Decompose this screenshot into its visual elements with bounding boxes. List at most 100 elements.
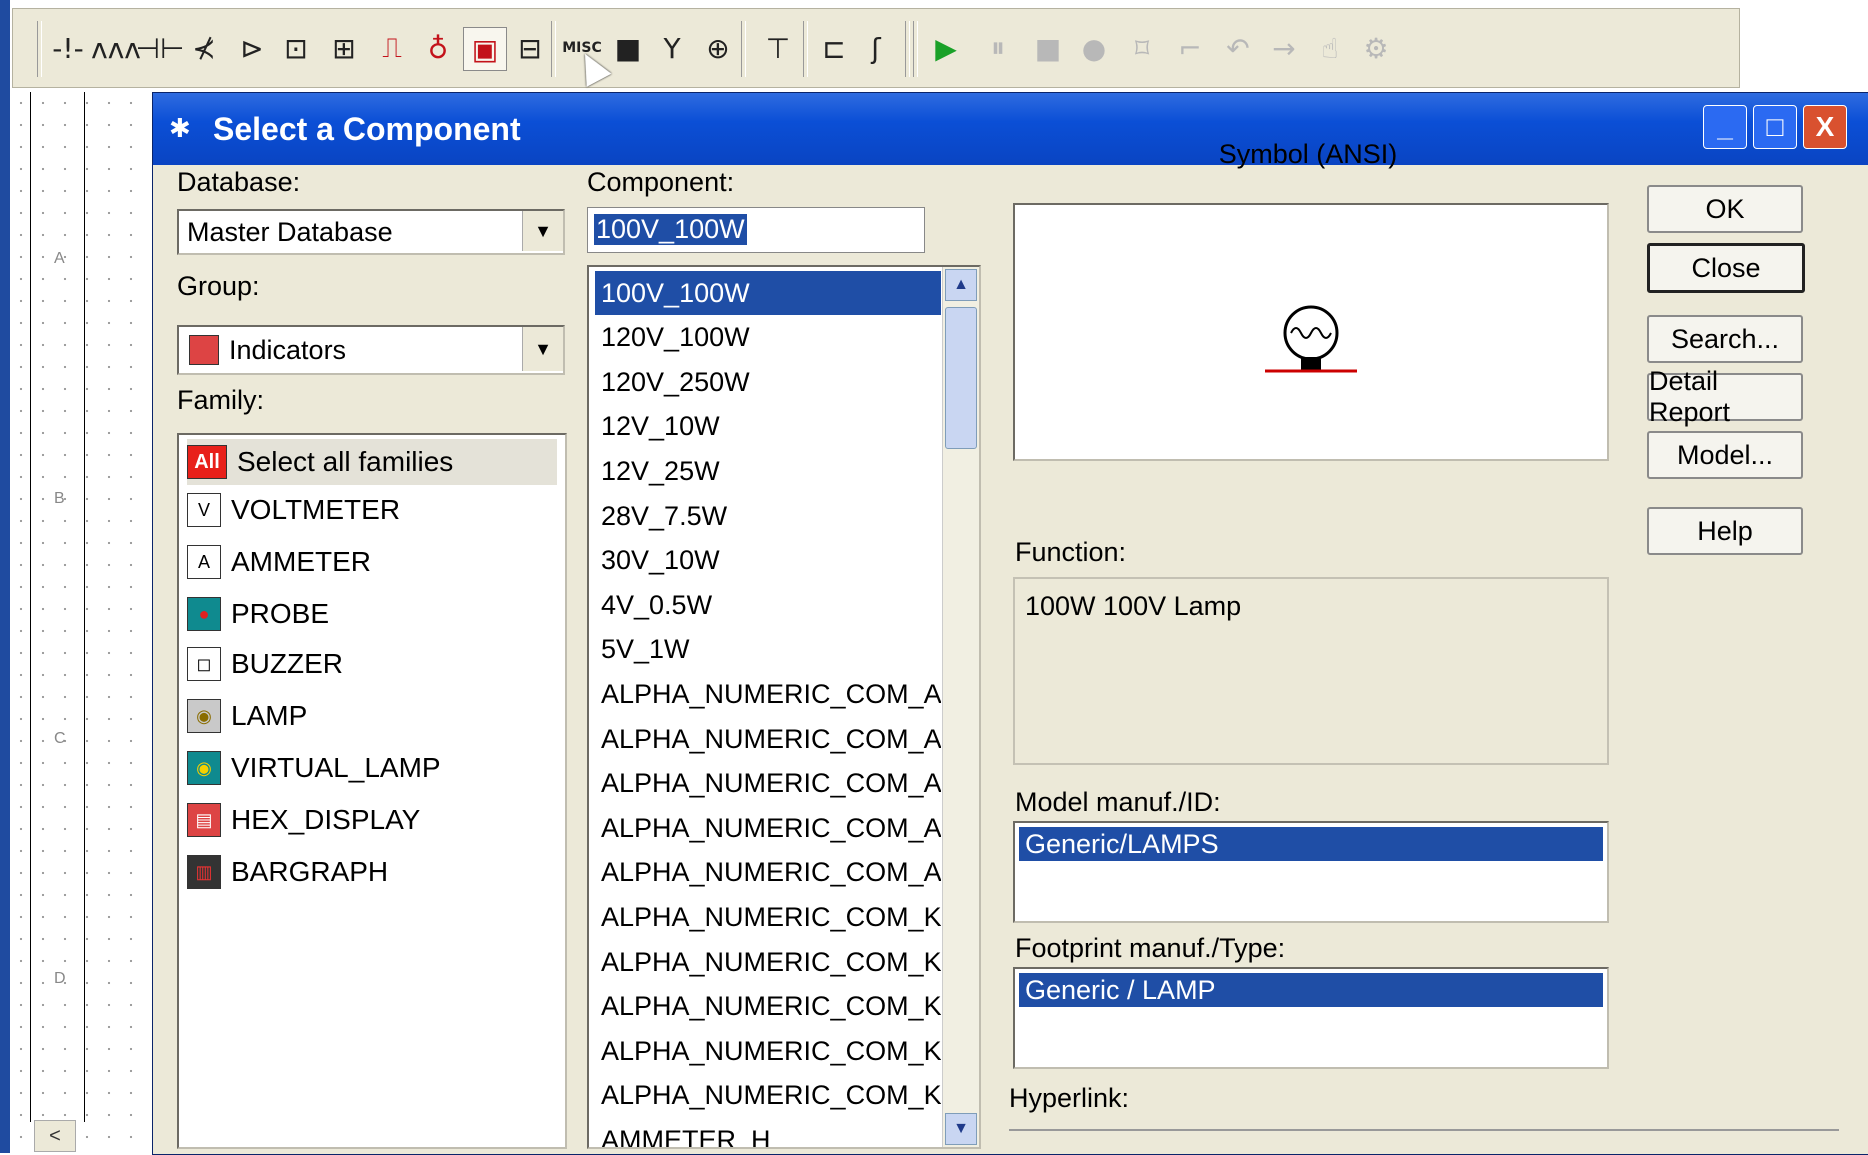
component-list-item[interactable]: ALPHA_NUMERIC_COM_K_ bbox=[595, 895, 941, 939]
model-button[interactable]: Model... bbox=[1647, 431, 1803, 479]
component-list-item[interactable]: ALPHA_NUMERIC_COM_A_ bbox=[595, 806, 941, 850]
group-select[interactable]: Indicators ▼ bbox=[177, 325, 565, 375]
model-row[interactable]: Generic/LAMPS bbox=[1019, 827, 1603, 861]
scroll-up-icon[interactable]: ▲ bbox=[945, 269, 977, 301]
family-virtual-lamp-icon: ◉ bbox=[187, 751, 221, 785]
toolbar-separator bbox=[551, 21, 556, 77]
row-letter: B bbox=[54, 490, 65, 507]
toolbar-separator bbox=[37, 21, 42, 77]
scroll-left-button[interactable]: < bbox=[34, 1120, 76, 1152]
component-list-item[interactable]: AMMETER_H bbox=[595, 1118, 941, 1147]
probe-tool-5-icon[interactable]: ☝ bbox=[1309, 27, 1351, 69]
advanced-peripherals-icon[interactable]: ■ bbox=[607, 27, 649, 69]
component-list-item[interactable]: 5V_1W bbox=[595, 628, 941, 672]
ttl-icon[interactable]: ⊡ bbox=[275, 27, 317, 69]
family-probe[interactable]: ● PROBE bbox=[187, 591, 557, 637]
component-input-value: 100V_100W bbox=[594, 214, 747, 245]
component-label: Component: bbox=[587, 167, 735, 197]
function-label: Function: bbox=[1015, 537, 1127, 567]
component-list-item[interactable]: ALPHA_NUMERIC_COM_K_ bbox=[595, 985, 941, 1029]
misc-digital-icon[interactable]: ⎍ bbox=[371, 27, 413, 69]
footprint-label: Footprint manuf./Type: bbox=[1015, 933, 1286, 963]
scroll-thumb[interactable] bbox=[945, 307, 977, 449]
maximize-button[interactable]: □ bbox=[1753, 105, 1797, 149]
indicator-icon[interactable]: ▣ bbox=[463, 27, 507, 71]
analog-icon[interactable]: ⊳ bbox=[231, 27, 273, 69]
row-letter: A bbox=[54, 250, 65, 267]
diode-icon[interactable]: ⊣⊢ bbox=[136, 27, 185, 69]
close-button[interactable]: Close bbox=[1647, 243, 1805, 293]
family-item-label: Select all families bbox=[237, 446, 454, 477]
family-all[interactable]: All Select all families bbox=[187, 439, 557, 485]
electromechanical-icon[interactable]: ⊕ bbox=[697, 27, 739, 69]
search-button[interactable]: Search... bbox=[1647, 315, 1803, 363]
rf-icon[interactable]: Y bbox=[651, 27, 693, 69]
probe-tool-3-icon[interactable]: ↶ bbox=[1217, 27, 1259, 69]
dialog-titlebar[interactable]: ✱ Select a Component _ □ X bbox=[153, 93, 1868, 165]
family-item-label: VOLTMETER bbox=[231, 494, 401, 525]
footprint-row[interactable]: Generic / LAMP bbox=[1019, 973, 1603, 1007]
component-list-item[interactable]: 120V_100W bbox=[595, 316, 941, 360]
help-button[interactable]: Help bbox=[1647, 507, 1803, 555]
hierarchical-block-icon[interactable]: ⊏ bbox=[813, 27, 855, 69]
component-list-item[interactable]: 12V_10W bbox=[595, 405, 941, 449]
family-voltmeter[interactable]: V VOLTMETER bbox=[187, 487, 557, 533]
schematic-canvas[interactable] bbox=[10, 92, 160, 1153]
database-select[interactable]: Master Database ▼ bbox=[177, 209, 565, 255]
component-list-item[interactable]: ALPHA_NUMERIC_COM_A_ bbox=[595, 851, 941, 895]
transistor-icon[interactable]: ⊀ bbox=[183, 27, 225, 69]
database-value: Master Database bbox=[187, 217, 393, 247]
probe-tool-6-icon[interactable]: ⚙ bbox=[1355, 27, 1397, 69]
component-list-item[interactable]: ALPHA_NUMERIC_COM_A_ bbox=[595, 717, 941, 761]
family-bargraph-icon: ▥ bbox=[187, 855, 221, 889]
mixed-icon[interactable]: ♁ bbox=[417, 27, 459, 69]
chevron-down-icon[interactable]: ▼ bbox=[522, 211, 563, 251]
component-list-item[interactable]: ALPHA_NUMERIC_COM_A_ bbox=[595, 762, 941, 806]
component-list-item[interactable]: 100V_100W bbox=[595, 271, 941, 315]
family-virtual-lamp[interactable]: ◉ VIRTUAL_LAMP bbox=[187, 745, 557, 791]
family-item-label: HEX_DISPLAY bbox=[231, 804, 421, 835]
component-list[interactable]: AMMETER_H ALPHA_NUMERIC_COM_K_ ALPHA_NUMER… bbox=[587, 265, 981, 1149]
bus-icon[interactable]: ʃ bbox=[855, 27, 897, 69]
component-list-item[interactable]: 30V_10W bbox=[595, 539, 941, 583]
scroll-down-icon[interactable]: ▼ bbox=[945, 1113, 977, 1145]
probe-tool-4-icon[interactable]: → bbox=[1263, 27, 1305, 69]
chevron-down-icon[interactable]: ▼ bbox=[522, 327, 563, 371]
component-list-item[interactable]: ALPHA_NUMERIC_COM_K_ bbox=[595, 940, 941, 984]
component-list-item[interactable]: 4V_0.5W bbox=[595, 583, 941, 627]
family-hex-display[interactable]: ▤ HEX_DISPLAY bbox=[187, 797, 557, 843]
pause-icon[interactable]: ⏸ bbox=[977, 27, 1019, 69]
minimize-button[interactable]: _ bbox=[1703, 105, 1747, 149]
component-wizard-icon: ✱ bbox=[169, 113, 191, 143]
family-bargraph[interactable]: ▥ BARGRAPH bbox=[187, 849, 557, 895]
probe-tool-1-icon[interactable]: ⌑ bbox=[1121, 27, 1163, 69]
family-list[interactable]: All Select all families V VOLTMETER A AMMETER… bbox=[177, 433, 567, 1149]
run-icon[interactable]: ▶ bbox=[925, 27, 967, 69]
close-window-button[interactable]: X bbox=[1803, 105, 1847, 149]
component-input[interactable]: 100V_100W bbox=[587, 207, 925, 253]
footprint-list[interactable]: Generic / LAMP bbox=[1013, 967, 1609, 1069]
component-list-item[interactable]: ALPHA_NUMERIC_COM_K_ bbox=[595, 1029, 941, 1073]
model-list[interactable]: Generic/LAMPS bbox=[1013, 821, 1609, 923]
ground-icon[interactable]: -!- bbox=[47, 27, 89, 69]
component-list-item[interactable]: 120V_250W bbox=[595, 360, 941, 404]
component-list-item[interactable]: ALPHA_NUMERIC_COM_K_ bbox=[595, 1074, 941, 1118]
component-list-item[interactable]: ALPHA_NUMERIC_COM_A_ bbox=[595, 672, 941, 716]
place-bus-icon[interactable]: ⊤ bbox=[757, 27, 799, 69]
function-box: 100W 100V Lamp bbox=[1013, 577, 1609, 765]
record-icon[interactable]: ● bbox=[1073, 27, 1115, 69]
detail-report-button[interactable]: Detail Report bbox=[1647, 366, 1803, 427]
cmos-icon[interactable]: ⊞ bbox=[323, 27, 365, 69]
symbol-label: Symbol (ANSI) bbox=[1218, 139, 1398, 169]
component-list-item[interactable]: 12V_25W bbox=[595, 449, 941, 493]
ok-button[interactable]: OK bbox=[1647, 185, 1803, 233]
probe-tool-2-icon[interactable]: ⌐ bbox=[1169, 27, 1211, 69]
power-component-icon[interactable]: ⊟ bbox=[509, 27, 551, 69]
family-lamp[interactable]: ◉ LAMP bbox=[187, 693, 557, 739]
family-buzzer[interactable]: ◻ BUZZER bbox=[187, 641, 557, 687]
component-list-item[interactable]: 28V_7.5W bbox=[595, 494, 941, 538]
component-list-scrollbar[interactable]: ▲ ▼ bbox=[942, 267, 979, 1147]
stop-icon[interactable]: ■ bbox=[1027, 27, 1069, 69]
family-ammeter[interactable]: A AMMETER bbox=[187, 539, 557, 585]
resistor-icon[interactable]: ʌʌʌ bbox=[91, 27, 141, 69]
